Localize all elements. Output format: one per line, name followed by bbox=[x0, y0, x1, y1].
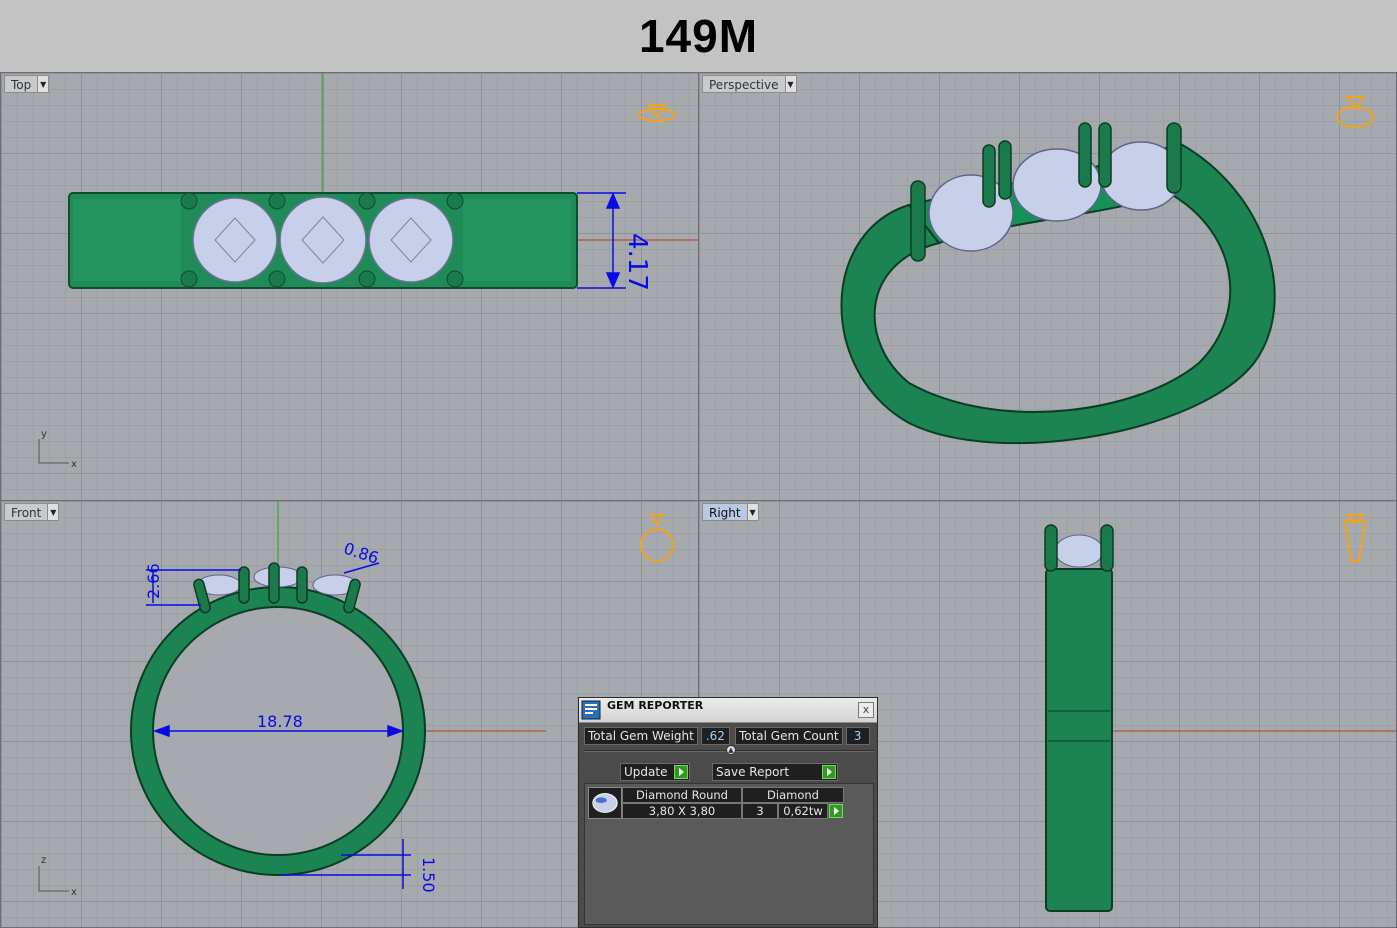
gem-size-cell: 3,80 X 3,80 bbox=[622, 803, 742, 819]
viewport-right-tab[interactable]: Right ▼ bbox=[702, 503, 759, 521]
ring-shank-side bbox=[1045, 568, 1113, 912]
ring-badge-icon bbox=[1343, 514, 1367, 562]
gem-shape-cell: Diamond Round bbox=[622, 787, 742, 803]
dim-band-text: 1.50 bbox=[419, 857, 438, 893]
viewport-front-label: Front bbox=[4, 503, 48, 521]
dim-height-text: 4.17 bbox=[622, 233, 652, 291]
title-bar: 149M bbox=[0, 0, 1397, 73]
splitter-knob-icon[interactable]: ▲ bbox=[726, 745, 736, 755]
gem-stone-side bbox=[1054, 534, 1104, 568]
dim-stone-height-text: 2.66 bbox=[144, 563, 163, 599]
ring-badge-icon bbox=[1336, 96, 1374, 128]
model-title: 149M bbox=[638, 10, 759, 62]
close-icon[interactable]: x bbox=[858, 702, 874, 718]
viewport-top[interactable]: Top ▼ 4.17 y x bbox=[0, 72, 699, 501]
axis-y-label: y bbox=[41, 429, 47, 440]
dim-prong-text: 0.86 bbox=[341, 539, 381, 568]
viewport-menu-arrow-icon[interactable]: ▼ bbox=[746, 503, 759, 521]
viewport-menu-arrow-icon[interactable]: ▼ bbox=[784, 75, 797, 93]
gem-material-cell: Diamond bbox=[742, 787, 844, 803]
gem-stones-perspective bbox=[928, 141, 1182, 252]
axis-x-label: x bbox=[71, 459, 77, 470]
gem-weight-cell: 0,62tw bbox=[778, 803, 828, 819]
top-view-scene: 4.17 y x bbox=[38, 73, 698, 470]
viewport-perspective[interactable]: Perspective ▼ bbox=[698, 72, 1397, 501]
viewport-front-tab[interactable]: Front ▼ bbox=[4, 503, 60, 521]
viewport-menu-arrow-icon[interactable]: ▼ bbox=[47, 503, 60, 521]
update-button[interactable]: Update bbox=[620, 763, 690, 781]
total-gem-count-value: 3 bbox=[845, 727, 870, 745]
list-item[interactable]: Diamond Round Diamond 3,80 X 3,80 3 0,62… bbox=[588, 787, 844, 819]
dim-inner-text: 18.78 bbox=[257, 712, 303, 731]
save-report-button[interactable]: Save Report bbox=[712, 763, 838, 781]
gem-reporter-panel[interactable]: GEM REPORTER x Total Gem Weight .62 Tota… bbox=[578, 697, 878, 928]
total-gem-weight-value: .62 bbox=[700, 727, 730, 745]
gem-count-cell: 3 bbox=[742, 803, 778, 819]
play-arrow-icon[interactable] bbox=[822, 765, 836, 779]
ring-badge-icon bbox=[638, 104, 676, 122]
viewport-top-label: Top bbox=[4, 75, 38, 93]
gem-reporter-title: GEM REPORTER bbox=[607, 698, 704, 712]
gem-totals-row: Total Gem Weight .62 Total Gem Count 3 bbox=[584, 727, 870, 745]
viewport-top-tab[interactable]: Top ▼ bbox=[4, 75, 50, 93]
ring-badge-icon bbox=[640, 514, 674, 562]
gem-report-icon bbox=[581, 700, 601, 720]
viewport-perspective-label: Perspective bbox=[702, 75, 785, 93]
perspective-view-scene bbox=[840, 96, 1374, 445]
viewport-menu-arrow-icon[interactable]: ▼ bbox=[37, 75, 50, 93]
panel-splitter[interactable]: ▲ bbox=[584, 745, 874, 755]
total-gem-weight-label: Total Gem Weight bbox=[584, 727, 698, 745]
round-diamond-icon bbox=[588, 787, 622, 819]
axis-z-label: z bbox=[41, 855, 46, 866]
row-action-button[interactable] bbox=[828, 803, 844, 819]
total-gem-count-label: Total Gem Count bbox=[734, 727, 843, 745]
axis-x-label: x bbox=[71, 887, 77, 898]
play-arrow-icon[interactable] bbox=[829, 804, 843, 818]
gem-list[interactable]: Diamond Round Diamond 3,80 X 3,80 3 0,62… bbox=[584, 783, 874, 925]
viewport-perspective-tab[interactable]: Perspective ▼ bbox=[702, 75, 797, 93]
gem-reporter-header[interactable]: GEM REPORTER x bbox=[579, 698, 877, 723]
save-report-button-label: Save Report bbox=[716, 765, 790, 779]
update-button-label: Update bbox=[624, 765, 668, 779]
gem-stones-top bbox=[192, 196, 454, 284]
viewport-right-label: Right bbox=[702, 503, 747, 521]
play-arrow-icon[interactable] bbox=[674, 765, 688, 779]
